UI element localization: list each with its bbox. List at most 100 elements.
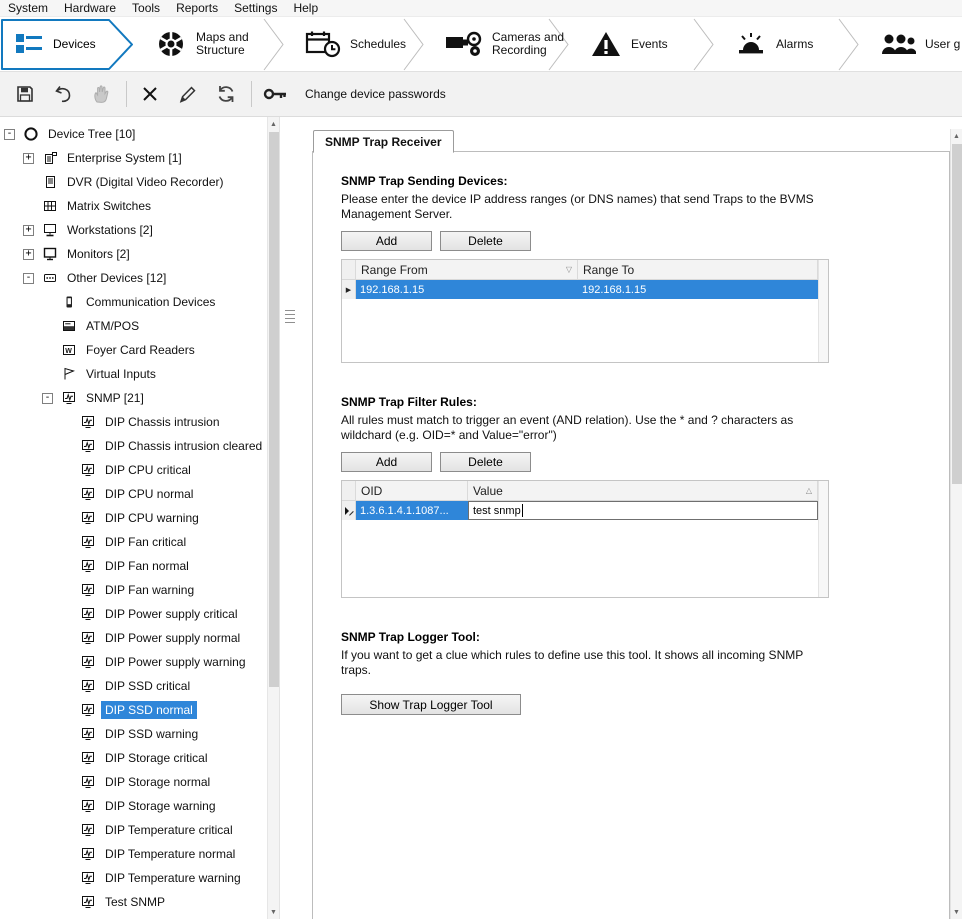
menu-item-hardware[interactable]: Hardware bbox=[56, 0, 124, 16]
edit-row-marker-icon bbox=[342, 501, 356, 520]
tree-item-dip-temperature-critical[interactable]: DIP Temperature critical bbox=[0, 818, 268, 842]
tree-item-dip-storage-critical[interactable]: DIP Storage critical bbox=[0, 746, 268, 770]
column-header-range-from[interactable]: Range From▽ bbox=[356, 260, 578, 279]
tree-item-device-tree-10[interactable]: -Device Tree [10] bbox=[0, 122, 268, 146]
tree-item-dip-ssd-warning[interactable]: DIP SSD warning bbox=[0, 722, 268, 746]
sending-add-button[interactable]: Add bbox=[341, 231, 432, 251]
undo-button[interactable] bbox=[48, 79, 78, 109]
tree-item-atm-pos[interactable]: ATM/POS bbox=[0, 314, 268, 338]
tree-item-dip-temperature-warning[interactable]: DIP Temperature warning bbox=[0, 866, 268, 890]
tree-item-dip-ssd-critical[interactable]: DIP SSD critical bbox=[0, 674, 268, 698]
column-header-range-to[interactable]: Range To bbox=[578, 260, 818, 279]
tree-item-dip-fan-normal[interactable]: DIP Fan normal bbox=[0, 554, 268, 578]
menu-item-help[interactable]: Help bbox=[285, 0, 326, 16]
change-passwords-label[interactable]: Change device passwords bbox=[305, 87, 446, 101]
cell-range-from[interactable]: 192.168.1.15 bbox=[356, 280, 578, 299]
tree-item-snmp-21[interactable]: -SNMP [21] bbox=[0, 386, 268, 410]
expand-icon[interactable]: + bbox=[23, 153, 34, 164]
tree-item-other-devices-12[interactable]: -Other Devices [12] bbox=[0, 266, 268, 290]
edit-pencil-button[interactable] bbox=[173, 79, 203, 109]
logger-tool-heading: SNMP Trap Logger Tool: bbox=[341, 630, 949, 644]
tree-item-dip-cpu-warning[interactable]: DIP CPU warning bbox=[0, 506, 268, 530]
event-icon bbox=[78, 894, 98, 910]
ribbon-tab-devices[interactable]: Devices bbox=[0, 17, 135, 71]
ribbon-tab-alarms[interactable]: Alarms bbox=[715, 17, 860, 71]
tree-item-label: DIP CPU normal bbox=[101, 485, 197, 503]
tree-item-monitors-2[interactable]: +Monitors [2] bbox=[0, 242, 268, 266]
ribbon-tab-maps-and-structure[interactable]: Maps and Structure bbox=[135, 17, 285, 71]
table-header: OIDValue△ bbox=[342, 481, 828, 501]
change-passwords-button[interactable] bbox=[260, 79, 290, 109]
scroll-down-icon[interactable]: ▼ bbox=[951, 905, 962, 919]
ribbon-tab-cameras-and-recording[interactable]: Cameras and Recording bbox=[425, 17, 570, 71]
ribbon-tab-user-g[interactable]: User g bbox=[860, 17, 962, 71]
tree-item-dip-cpu-normal[interactable]: DIP CPU normal bbox=[0, 482, 268, 506]
tree-item-test-snmp[interactable]: Test SNMP bbox=[0, 890, 268, 914]
table-scrollbar[interactable] bbox=[818, 481, 828, 597]
tree-item-foyer-card-readers[interactable]: WFoyer Card Readers bbox=[0, 338, 268, 362]
main-scrollbar-thumb[interactable] bbox=[952, 144, 962, 484]
main-scrollbar[interactable]: ▲ ▼ bbox=[950, 129, 962, 919]
expand-icon[interactable]: + bbox=[23, 225, 34, 236]
tree-item-dip-fan-warning[interactable]: DIP Fan warning bbox=[0, 578, 268, 602]
column-header-value[interactable]: Value△ bbox=[468, 481, 818, 500]
tree-item-matrix-switches[interactable]: Matrix Switches bbox=[0, 194, 268, 218]
tree-item-dip-temperature-normal[interactable]: DIP Temperature normal bbox=[0, 842, 268, 866]
show-trap-logger-button[interactable]: Show Trap Logger Tool bbox=[341, 694, 521, 715]
tree-item-label: Enterprise System [1] bbox=[63, 149, 186, 167]
scroll-up-icon[interactable]: ▲ bbox=[951, 129, 962, 143]
cell-oid[interactable]: 1.3.6.1.4.1.1087... bbox=[356, 501, 468, 520]
menu-item-system[interactable]: System bbox=[0, 0, 56, 16]
panel-splitter[interactable] bbox=[280, 117, 312, 919]
tree-item-workstations-2[interactable]: +Workstations [2] bbox=[0, 218, 268, 242]
alarms-icon bbox=[735, 30, 767, 58]
logger-tool-description: If you want to get a clue which rules to… bbox=[341, 648, 823, 678]
menu-item-tools[interactable]: Tools bbox=[124, 0, 168, 16]
save-button[interactable] bbox=[10, 79, 40, 109]
delete-button[interactable] bbox=[135, 79, 165, 109]
table-row[interactable]: ▶192.168.1.15192.168.1.15 bbox=[342, 280, 828, 299]
cell-value-editor[interactable]: test snmp bbox=[468, 501, 818, 520]
ribbon-tab-schedules[interactable]: Schedules bbox=[285, 17, 425, 71]
tree-item-dip-power-supply-warning[interactable]: DIP Power supply warning bbox=[0, 650, 268, 674]
event-icon bbox=[78, 630, 98, 646]
tab-snmp-trap-receiver[interactable]: SNMP Trap Receiver bbox=[313, 130, 454, 153]
tree-item-dip-storage-normal[interactable]: DIP Storage normal bbox=[0, 770, 268, 794]
cell-range-to[interactable]: 192.168.1.15 bbox=[578, 280, 818, 299]
event-icon bbox=[78, 798, 98, 814]
sending-delete-button[interactable]: Delete bbox=[440, 231, 531, 251]
tree-item-virtual-inputs[interactable]: Virtual Inputs bbox=[0, 362, 268, 386]
splitter-grip-icon[interactable] bbox=[285, 310, 295, 323]
tree-item-dvr-digital-video-recorder[interactable]: DVR (Digital Video Recorder) bbox=[0, 170, 268, 194]
filter-delete-button[interactable]: Delete bbox=[440, 452, 531, 472]
collapse-icon[interactable]: - bbox=[42, 393, 53, 404]
refresh-button[interactable] bbox=[211, 79, 241, 109]
scroll-up-icon[interactable]: ▲ bbox=[268, 117, 279, 131]
device-tree: -Device Tree [10] + Enterprise System [1] D… bbox=[0, 122, 268, 914]
tree-item-label: DIP Power supply normal bbox=[101, 629, 244, 647]
tree-item-dip-power-supply-critical[interactable]: DIP Power supply critical bbox=[0, 602, 268, 626]
tree-item-enterprise-system-1[interactable]: + Enterprise System [1] bbox=[0, 146, 268, 170]
filter-add-button[interactable]: Add bbox=[341, 452, 432, 472]
scroll-down-icon[interactable]: ▼ bbox=[268, 905, 279, 919]
column-header-oid[interactable]: OID bbox=[356, 481, 468, 500]
tree-item-dip-fan-critical[interactable]: DIP Fan critical bbox=[0, 530, 268, 554]
collapse-icon[interactable]: - bbox=[23, 273, 34, 284]
menu-item-reports[interactable]: Reports bbox=[168, 0, 226, 16]
tree-scrollbar-thumb[interactable] bbox=[269, 132, 279, 687]
tree-item-dip-storage-warning[interactable]: DIP Storage warning bbox=[0, 794, 268, 818]
tree-item-dip-cpu-critical[interactable]: DIP CPU critical bbox=[0, 458, 268, 482]
ribbon-tab-events[interactable]: Events bbox=[570, 17, 715, 71]
tree-item-dip-power-supply-normal[interactable]: DIP Power supply normal bbox=[0, 626, 268, 650]
tree-scrollbar[interactable]: ▲ ▼ bbox=[267, 117, 279, 919]
menu-item-settings[interactable]: Settings bbox=[226, 0, 285, 16]
sort-ascending-icon: △ bbox=[806, 486, 812, 495]
expand-icon[interactable]: + bbox=[23, 249, 34, 260]
table-row[interactable]: 1.3.6.1.4.1.1087...test snmp bbox=[342, 501, 828, 520]
tree-item-communication-devices[interactable]: Communication Devices bbox=[0, 290, 268, 314]
tree-item-dip-chassis-intrusion[interactable]: DIP Chassis intrusion bbox=[0, 410, 268, 434]
table-scrollbar[interactable] bbox=[818, 260, 828, 362]
tree-item-dip-ssd-normal[interactable]: DIP SSD normal bbox=[0, 698, 268, 722]
tree-item-dip-chassis-intrusion-cleared[interactable]: DIP Chassis intrusion cleared bbox=[0, 434, 268, 458]
collapse-icon[interactable]: - bbox=[4, 129, 15, 140]
